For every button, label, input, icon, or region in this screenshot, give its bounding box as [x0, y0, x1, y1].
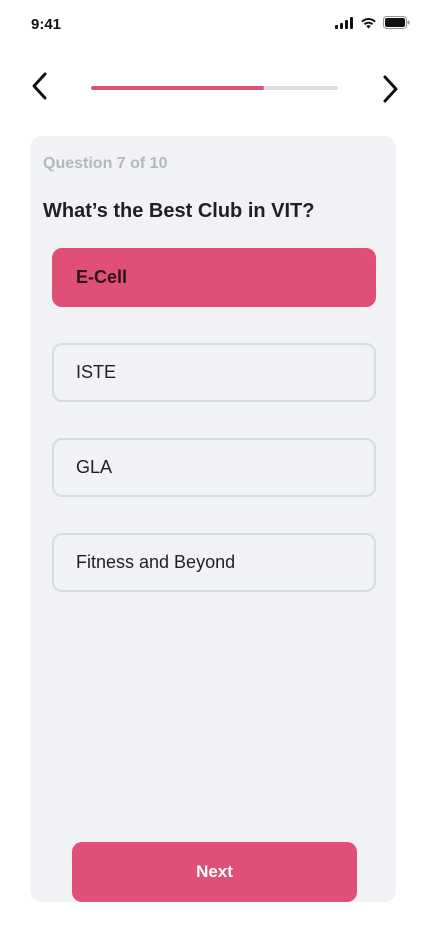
question-text: What’s the Best Club in VIT?: [43, 200, 315, 222]
answer-option[interactable]: Fitness and Beyond: [52, 533, 376, 592]
status-icons: [335, 16, 410, 34]
answer-option[interactable]: ISTE: [52, 343, 376, 402]
question-card: Question 7 of 10 What’s the Best Club in…: [30, 136, 396, 902]
progress-bar: [91, 86, 338, 90]
answer-option[interactable]: GLA: [52, 438, 376, 497]
wifi-icon: [360, 16, 377, 34]
answer-option[interactable]: E-Cell: [52, 248, 376, 307]
forward-button[interactable]: [372, 73, 408, 109]
signal-icon: [335, 16, 354, 34]
status-bar: 9:41: [0, 0, 428, 50]
progress-bar-fill: [91, 86, 264, 90]
chevron-left-icon: [30, 71, 50, 106]
next-button[interactable]: Next: [72, 842, 357, 902]
battery-icon: [383, 16, 410, 34]
back-button[interactable]: [22, 70, 58, 106]
status-time: 9:41: [31, 16, 62, 33]
chevron-right-icon: [380, 74, 400, 109]
question-counter: Question 7 of 10: [43, 155, 168, 172]
